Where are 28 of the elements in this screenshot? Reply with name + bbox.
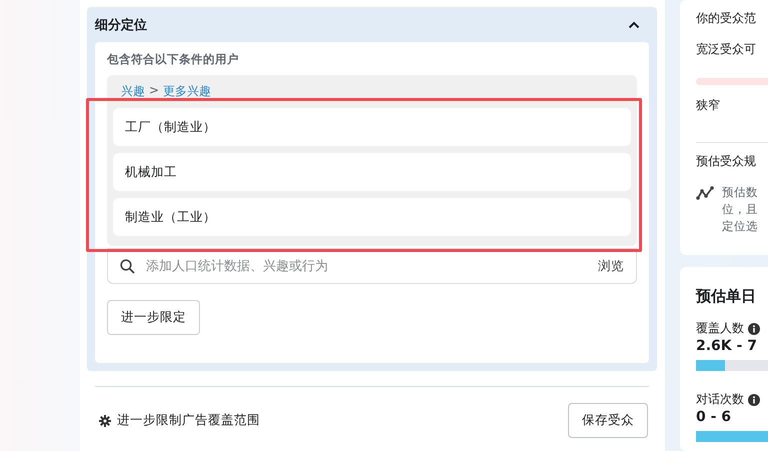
metric-value: 2.6K - 7 bbox=[696, 338, 758, 354]
metric-value: 0 - 6 bbox=[696, 409, 732, 425]
audience-gauge bbox=[696, 78, 768, 85]
metric-label: 对话次数 bbox=[696, 391, 744, 408]
size-label: 预估受众规 bbox=[696, 153, 757, 170]
narrow-further-button[interactable]: 进一步限定 bbox=[107, 300, 200, 335]
trend-icon bbox=[696, 186, 714, 200]
info-icon[interactable] bbox=[748, 322, 760, 334]
restrict-reach-link[interactable]: 进一步限制广告覆盖范围 bbox=[117, 412, 260, 429]
interest-item[interactable]: 机械加工 bbox=[113, 153, 631, 191]
browse-link[interactable]: 浏览 bbox=[598, 258, 624, 274]
search-field[interactable]: 添加人口统计数据、兴趣或行为 浏览 bbox=[107, 248, 637, 284]
interest-item[interactable]: 制造业（工业） bbox=[113, 198, 631, 236]
interest-item[interactable]: 工厂（制造业） bbox=[113, 108, 631, 146]
narrow-label: 狭窄 bbox=[696, 97, 721, 114]
include-label: 包含符合以下条件的用户 bbox=[107, 52, 240, 67]
daily-title: 预估单日 bbox=[696, 287, 757, 306]
collapse-icon[interactable] bbox=[628, 20, 640, 28]
section-title: 细分定位 bbox=[95, 16, 147, 34]
info-icon[interactable] bbox=[748, 394, 760, 406]
estimate-note: 预估数 位，且 定位选 bbox=[722, 184, 758, 235]
gear-icon bbox=[99, 414, 111, 426]
metric-label: 覆盖人数 bbox=[696, 320, 744, 337]
audience-label: 你的受众范 bbox=[696, 10, 757, 27]
audience-hint: 宽泛受众可 bbox=[696, 41, 757, 58]
save-audience-button[interactable]: 保存受众 bbox=[568, 403, 648, 438]
breadcrumb-separator: > bbox=[149, 83, 160, 97]
search-icon bbox=[120, 258, 135, 274]
